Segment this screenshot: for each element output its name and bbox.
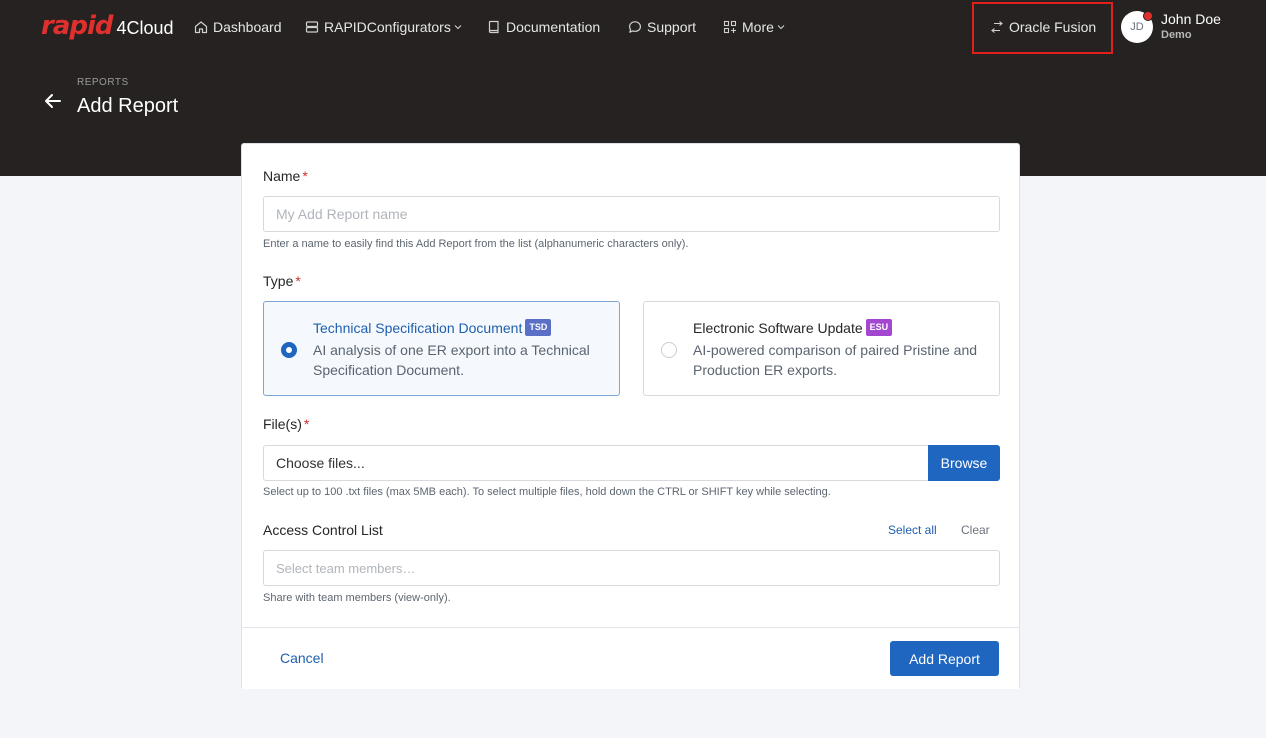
type-option-esu[interactable]: Electronic Software Update ESU AI-powere…	[643, 301, 1000, 396]
nav-more[interactable]: More	[723, 17, 785, 37]
nav-documentation-label: Documentation	[506, 19, 601, 35]
environment-switcher[interactable]: Oracle Fusion	[990, 17, 1096, 37]
name-label-text: Name	[263, 168, 301, 184]
team-members-select[interactable]	[263, 550, 1000, 586]
nav-dashboard[interactable]: Dashboard	[194, 17, 282, 37]
acl-help-text: Share with team members (view-only).	[263, 592, 451, 604]
rapid4cloud-logo[interactable]: rapid 4Cloud	[41, 11, 174, 41]
breadcrumb[interactable]: REPORTS	[77, 77, 129, 88]
name-label: Name *	[263, 168, 308, 184]
type-option-title: Technical Specification Document TSD	[313, 319, 552, 336]
nav-configurators[interactable]: RAPIDConfigurators	[305, 17, 462, 37]
nav-support-label: Support	[647, 19, 697, 35]
nav-more-label: More	[742, 19, 774, 35]
environment-label: Oracle Fusion	[1009, 19, 1097, 35]
radio-tsd[interactable]	[281, 342, 297, 358]
type-option-description: AI analysis of one ER export into a Tech…	[313, 342, 590, 378]
radio-esu[interactable]	[661, 342, 677, 358]
back-arrow-icon[interactable]	[43, 91, 63, 111]
page-title: Add Report	[77, 95, 179, 117]
required-marker: *	[303, 416, 310, 432]
nav-documentation[interactable]: Documentation	[487, 17, 600, 37]
cancel-button[interactable]: Cancel	[280, 650, 324, 666]
files-label-text: File(s)	[263, 416, 302, 432]
browse-button[interactable]: Browse	[928, 445, 1000, 481]
files-help-text: Select up to 100 .txt files (max 5MB eac…	[263, 486, 831, 498]
report-name-input[interactable]	[263, 196, 1000, 232]
chevron-down-icon	[454, 23, 462, 31]
tsd-title: Technical Specification Document	[313, 319, 523, 336]
nav-dashboard-label: Dashboard	[213, 19, 282, 35]
add-report-button[interactable]: Add Report	[890, 641, 999, 676]
top-navigation: rapid 4Cloud Dashboard RAPIDConfigurator…	[0, 0, 1266, 54]
name-help-text: Enter a name to easily find this Add Rep…	[263, 238, 689, 250]
apps-grid-icon	[723, 20, 737, 34]
swap-arrows-icon	[990, 20, 1004, 34]
type-label-text: Type	[263, 273, 294, 289]
type-option-title: Electronic Software Update ESU	[693, 319, 893, 336]
required-marker: *	[302, 168, 308, 184]
add-report-form: Name* Enter a name to easily find this A…	[241, 143, 1020, 689]
clear-button[interactable]: Clear	[961, 523, 990, 537]
logo-suffix: 4Cloud	[116, 17, 174, 38]
acl-label: Access Control List	[263, 522, 383, 538]
nav-support[interactable]: Support	[628, 17, 696, 37]
type-option-tsd[interactable]: Technical Specification Document TSD AI …	[263, 301, 620, 396]
nav-configurators-label: RAPIDConfigurators	[324, 19, 451, 35]
required-marker: *	[295, 273, 301, 289]
book-icon	[487, 20, 501, 34]
file-picker-input[interactable]: Choose files...	[263, 445, 928, 481]
logo-wordmark: rapid	[41, 11, 114, 41]
notification-dot	[1143, 11, 1153, 21]
files-label: File(s) *	[263, 416, 309, 432]
home-icon	[194, 20, 208, 34]
tsd-badge: TSD	[525, 319, 552, 336]
select-all-button[interactable]: Select all	[888, 523, 937, 537]
user-organization: Demo	[1161, 29, 1192, 41]
user-name[interactable]: John Doe	[1161, 11, 1221, 27]
form-footer: Cancel Add Report	[242, 627, 1019, 689]
chevron-down-icon	[777, 23, 785, 31]
chat-bubble-icon	[628, 20, 642, 34]
server-icon	[305, 20, 319, 34]
esu-title: Electronic Software Update	[693, 319, 863, 336]
esu-badge: ESU	[865, 319, 893, 336]
type-option-description: AI-powered comparison of paired Pristine…	[693, 342, 978, 378]
type-label: Type *	[263, 273, 301, 289]
